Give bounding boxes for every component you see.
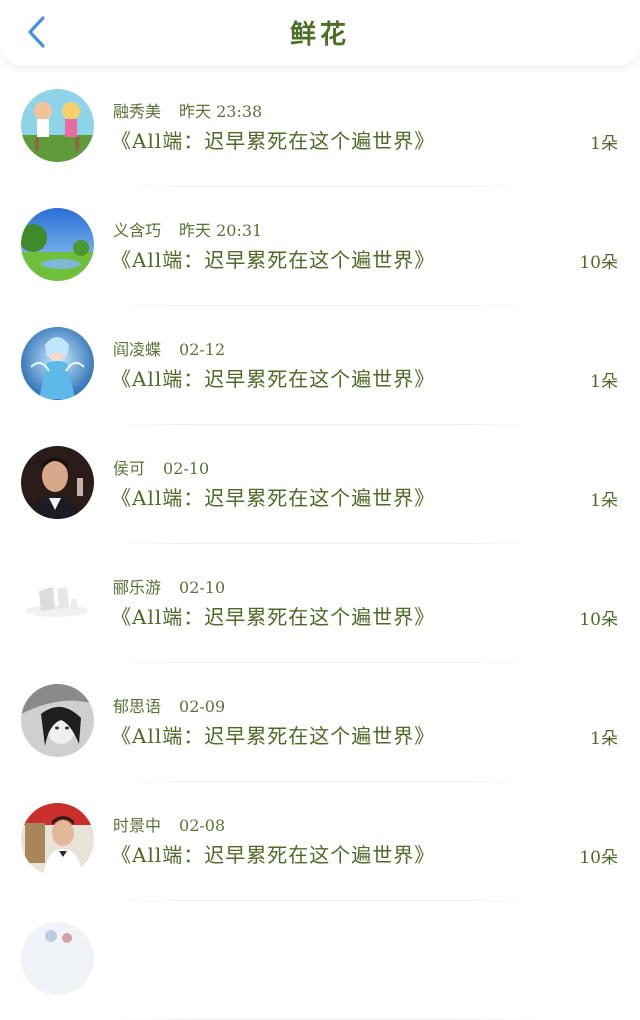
book-title: 《All端：迟早累死在这个遍世界》 xyxy=(111,367,436,391)
list-item[interactable]: 侯可 02-10 《All端：迟早累死在这个遍世界》 1朵 xyxy=(0,425,640,544)
sender-name: 郁思语 xyxy=(113,697,162,716)
list-item[interactable]: 郦乐游 02-10 《All端：迟早累死在这个遍世界》 10朵 xyxy=(0,544,640,663)
sender-name: 侯可 xyxy=(113,459,146,478)
book-title: 《All端：迟早累死在这个遍世界》 xyxy=(111,605,436,629)
sender-info: 阎凌蝶 02-12 xyxy=(113,336,225,360)
chef-avatar[interactable] xyxy=(21,803,94,876)
bw-girl-avatar[interactable] xyxy=(21,684,94,757)
sender-info: 时景中 02-08 xyxy=(113,812,225,836)
book-title: 《All端：迟早累死在这个遍世界》 xyxy=(111,724,436,748)
sender-name: 义含巧 xyxy=(113,221,162,240)
sender-info: 郦乐游 02-10 xyxy=(113,574,225,598)
page-title: 鲜花 xyxy=(289,20,350,50)
sender-info: 郁思语 02-09 xyxy=(113,693,225,717)
book-title: 《All端：迟早累死在这个遍世界》 xyxy=(111,486,436,510)
top-bar: 鲜花 xyxy=(0,0,640,66)
sender-name: 时景中 xyxy=(113,816,162,835)
sender-name: 阎凌蝶 xyxy=(113,340,162,359)
sender-name: 郦乐游 xyxy=(113,578,162,597)
send-date: 02-08 xyxy=(179,816,226,835)
book-title: 《All端：迟早累死在这个遍世界》 xyxy=(111,248,436,272)
man-portrait-avatar[interactable] xyxy=(21,446,94,519)
list-item[interactable]: 时景中 02-08 《All端：迟早累死在这个遍世界》 10朵 xyxy=(0,782,640,901)
flower-count: 10朵 xyxy=(579,848,618,868)
sender-info: 义含巧 昨天 20:31 xyxy=(113,217,262,241)
list-item[interactable]: 融秀美 昨天 23:38 《All端：迟早累死在这个遍世界》 1朵 xyxy=(0,68,640,187)
flower-count: 10朵 xyxy=(579,610,618,630)
book-title: 《All端：迟早累死在这个遍世界》 xyxy=(111,129,436,153)
fairy-avatar[interactable] xyxy=(21,327,94,400)
list-item[interactable]: 郁思语 02-09 《All端：迟早累死在这个遍世界》 1朵 xyxy=(0,663,640,782)
send-date: 02-12 xyxy=(179,340,226,359)
flower-count: 1朵 xyxy=(590,134,618,154)
list-item-partial[interactable] xyxy=(0,901,640,1020)
send-date: 02-10 xyxy=(163,459,210,478)
flower-count: 10朵 xyxy=(579,253,618,273)
send-date: 昨天 23:38 xyxy=(179,102,263,121)
flower-record-list: 融秀美 昨天 23:38 《All端：迟早累死在这个遍世界》 1朵 义含巧 昨天… xyxy=(0,68,640,1020)
list-item[interactable]: 阎凌蝶 02-12 《All端：迟早累死在这个遍世界》 1朵 xyxy=(0,306,640,425)
sender-info: 侯可 02-10 xyxy=(113,455,209,479)
send-date: 02-09 xyxy=(179,697,226,716)
partial-avatar[interactable] xyxy=(21,922,94,995)
sender-info: 融秀美 昨天 23:38 xyxy=(113,98,262,122)
flower-count: 1朵 xyxy=(590,491,618,511)
flower-count: 1朵 xyxy=(590,372,618,392)
list-item[interactable]: 义含巧 昨天 20:31 《All端：迟早累死在这个遍世界》 10朵 xyxy=(0,187,640,306)
send-date: 昨天 20:31 xyxy=(179,221,263,240)
book-title: 《All端：迟早累死在这个遍世界》 xyxy=(111,843,436,867)
landscape-avatar[interactable] xyxy=(21,208,94,281)
send-date: 02-10 xyxy=(179,578,226,597)
flower-count: 1朵 xyxy=(590,729,618,749)
cartoon-kids-avatar[interactable] xyxy=(21,89,94,162)
faded-logo-avatar[interactable] xyxy=(21,565,94,638)
sender-name: 融秀美 xyxy=(113,102,162,121)
